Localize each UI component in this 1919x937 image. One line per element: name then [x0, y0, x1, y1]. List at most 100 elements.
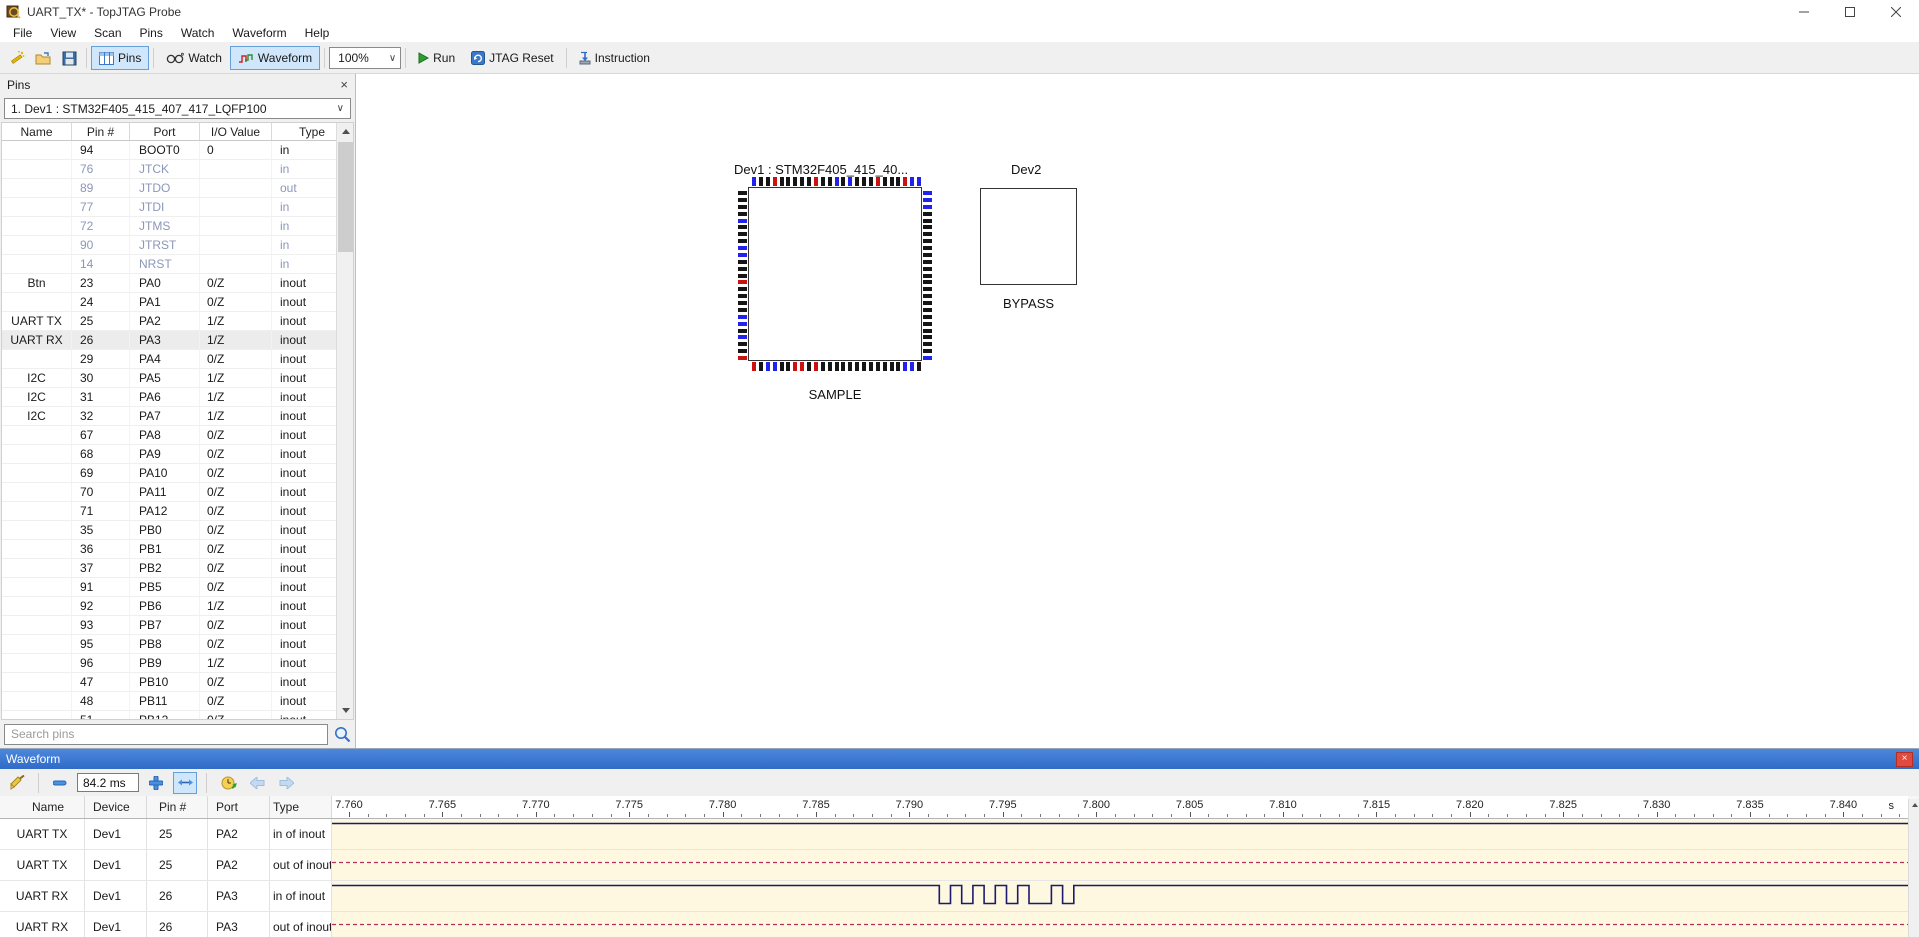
pin-row-pa1[interactable]: 24PA10/Zinout [2, 293, 353, 312]
dev1-pin-right-16[interactable] [923, 294, 932, 298]
dev1-pin-left-9[interactable] [738, 246, 747, 250]
dev1-pin-top-14[interactable] [841, 177, 845, 186]
watch-button[interactable]: Watch [158, 46, 230, 70]
pin-row-pa10[interactable]: 69PA100/Zinout [2, 464, 353, 483]
menu-item-view[interactable]: View [41, 24, 85, 42]
dev1-pin-left-6[interactable] [738, 225, 747, 229]
dev1-pin-right-11[interactable] [923, 260, 932, 264]
dev1-pin-bottom-12[interactable] [828, 362, 832, 371]
dev1-pin-left-4[interactable] [738, 212, 747, 216]
dev1-pin-top-11[interactable] [821, 177, 825, 186]
pins-toggle-button[interactable]: Pins [91, 46, 149, 70]
dev1-pin-top-12[interactable] [828, 177, 832, 186]
dev1-pin-right-1[interactable] [923, 191, 932, 195]
pin-row-pb0[interactable]: 35PB00/Zinout [2, 521, 353, 540]
dev1-pin-top-1[interactable] [752, 177, 756, 186]
dev1-pin-top-17[interactable] [862, 177, 866, 186]
dev1-pin-right-13[interactable] [923, 274, 932, 278]
dev1-pin-top-8[interactable] [800, 177, 804, 186]
dev1-pin-top-3[interactable] [766, 177, 770, 186]
pin-row-pb10[interactable]: 47PB100/Zinout [2, 673, 353, 692]
dev1-pin-bottom-2[interactable] [759, 362, 763, 371]
dev1-pin-left-13[interactable] [738, 274, 747, 278]
dev1-pin-right-5[interactable] [923, 219, 932, 223]
pin-row-pb6[interactable]: 92PB61/Zinout [2, 597, 353, 616]
pin-row-pa7[interactable]: I2C32PA71/Zinout [2, 407, 353, 426]
maximize-button[interactable] [1827, 0, 1873, 23]
dev1-pin-left-7[interactable] [738, 232, 747, 236]
time-ruler[interactable]: 7.7607.7657.7707.7757.7807.7857.7907.795… [332, 796, 1908, 818]
dev1-pin-bottom-7[interactable] [793, 362, 797, 371]
dev1-pin-left-2[interactable] [738, 198, 747, 202]
dev1-pin-bottom-3[interactable] [766, 362, 770, 371]
realtime-refresh-icon[interactable] [216, 772, 240, 794]
dev1-pin-bottom-18[interactable] [869, 362, 873, 371]
scroll-up-arrow[interactable] [337, 123, 354, 140]
pin-row-pa11[interactable]: 70PA110/Zinout [2, 483, 353, 502]
dev1-pin-left-18[interactable] [738, 308, 747, 312]
zoom-level-combo[interactable]: 100% ∨ [329, 47, 401, 69]
zoom-out-button[interactable] [48, 772, 72, 794]
dev1-pin-bottom-19[interactable] [876, 362, 880, 371]
dev1-pin-right-2[interactable] [923, 198, 932, 202]
wave-trace-area[interactable] [332, 819, 1908, 849]
wave-trace-area[interactable] [332, 850, 1908, 880]
menu-item-waveform[interactable]: Waveform [223, 24, 295, 42]
pin-row-jtms[interactable]: 72JTMSin [2, 217, 353, 236]
dev1-pin-left-25[interactable] [738, 356, 747, 360]
pin-row-pb8[interactable]: 95PB80/Zinout [2, 635, 353, 654]
minimize-button[interactable] [1781, 0, 1827, 23]
zoom-in-button[interactable] [144, 772, 168, 794]
menu-item-watch[interactable]: Watch [172, 24, 224, 42]
dev1-pin-top-4[interactable] [773, 177, 777, 186]
dev1-pin-bottom-13[interactable] [835, 362, 839, 371]
wave-trace-area[interactable] [332, 881, 1908, 911]
menu-item-scan[interactable]: Scan [85, 24, 130, 42]
scroll-down-arrow[interactable] [337, 702, 354, 719]
fit-width-button[interactable] [173, 772, 197, 794]
pin-row-nrst[interactable]: 14NRSTin [2, 255, 353, 274]
dev1-pin-right-3[interactable] [923, 205, 932, 209]
wave-trace-area[interactable] [332, 912, 1908, 937]
pin-row-pa12[interactable]: 71PA120/Zinout [2, 502, 353, 521]
dev1-pin-left-1[interactable] [738, 191, 747, 195]
dev1-pin-left-5[interactable] [738, 219, 747, 223]
scrollbar-thumb[interactable] [338, 142, 353, 252]
pin-row-pa6[interactable]: I2C31PA61/Zinout [2, 388, 353, 407]
dev1-pin-right-15[interactable] [923, 287, 932, 291]
pin-row-jtdi[interactable]: 77JTDIin [2, 198, 353, 217]
dev1-pin-bottom-14[interactable] [841, 362, 845, 371]
dev1-pin-bottom-4[interactable] [773, 362, 777, 371]
pin-row-pa9[interactable]: 68PA90/Zinout [2, 445, 353, 464]
pin-row-pb9[interactable]: 96PB91/Zinout [2, 654, 353, 673]
scroll-up-arrow[interactable] [1909, 799, 1919, 811]
clear-broom-icon[interactable] [5, 772, 29, 794]
pin-row-jtck[interactable]: 76JTCKin [2, 160, 353, 179]
pin-row-pa5[interactable]: I2C30PA51/Zinout [2, 369, 353, 388]
dev1-pin-top-25[interactable] [917, 177, 921, 186]
pin-row-pa8[interactable]: 67PA80/Zinout [2, 426, 353, 445]
menu-item-file[interactable]: File [4, 24, 41, 42]
dev1-pin-left-10[interactable] [738, 253, 747, 257]
dev1-pin-left-22[interactable] [738, 335, 747, 339]
search-pins-input[interactable] [4, 724, 328, 745]
dev1-pin-left-23[interactable] [738, 342, 747, 346]
instruction-button[interactable]: Instruction [571, 46, 658, 70]
close-button[interactable] [1873, 0, 1919, 23]
pins-panel-close-icon[interactable]: × [340, 77, 348, 92]
dev1-pin-bottom-17[interactable] [862, 362, 866, 371]
pin-row-pb7[interactable]: 93PB70/Zinout [2, 616, 353, 635]
time-span-input[interactable] [77, 773, 139, 792]
dev1-pin-top-9[interactable] [807, 177, 811, 186]
dev1-pin-right-9[interactable] [923, 246, 932, 250]
dev1-pin-bottom-5[interactable] [780, 362, 784, 371]
pins-col-header[interactable]: I/O Value [200, 123, 272, 140]
dev1-pin-left-21[interactable] [738, 329, 747, 333]
dev1-pin-right-23[interactable] [923, 342, 932, 346]
dev1-pin-bottom-11[interactable] [821, 362, 825, 371]
pin-row-pa4[interactable]: 29PA40/Zinout [2, 350, 353, 369]
dev1-pin-left-8[interactable] [738, 239, 747, 243]
dev1-pin-left-24[interactable] [738, 349, 747, 353]
pins-table-scrollbar[interactable] [336, 123, 353, 719]
dev1-pin-top-15[interactable] [848, 177, 852, 186]
